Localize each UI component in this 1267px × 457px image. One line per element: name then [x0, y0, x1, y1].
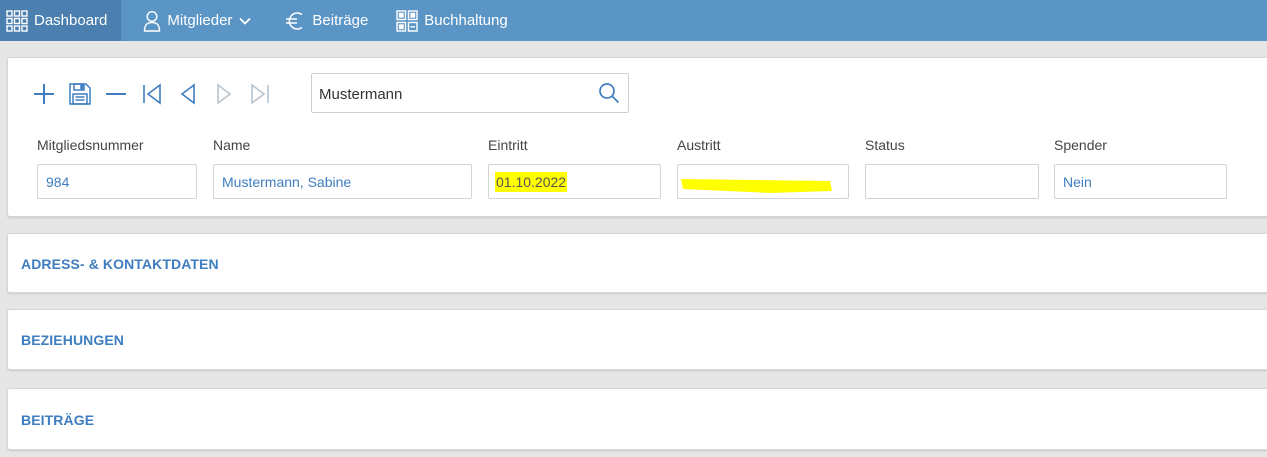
- status-label: Status: [865, 137, 905, 153]
- next-record-icon: [212, 82, 236, 106]
- previous-record-button[interactable]: [176, 82, 200, 106]
- entry-date-field[interactable]: 01.10.2022: [488, 164, 661, 199]
- chevron-down-icon: [238, 16, 252, 26]
- section-contributions[interactable]: BEITRÄGE: [7, 388, 1267, 450]
- name-field[interactable]: Mustermann, Sabine: [213, 164, 472, 199]
- name-value: Mustermann, Sabine: [222, 174, 352, 190]
- section-title: ADRESS- & KONTAKTDATEN: [21, 256, 219, 272]
- section-relationships[interactable]: BEZIEHUNGEN: [7, 309, 1267, 370]
- section-title: BEZIEHUNGEN: [21, 332, 124, 348]
- nav-item-label: Dashboard: [34, 12, 108, 29]
- previous-record-icon: [176, 82, 200, 106]
- nav-item-buchhaltung[interactable]: Buchhaltung: [382, 0, 521, 41]
- donor-value: Nein: [1063, 174, 1092, 190]
- first-record-icon: [140, 82, 164, 106]
- first-record-button[interactable]: [140, 82, 164, 106]
- last-record-icon: [248, 82, 272, 106]
- exit-date-label: Austritt: [677, 137, 721, 153]
- save-icon: [68, 82, 92, 106]
- member-number-value: 984: [46, 174, 70, 190]
- member-number-label: Mitgliedsnummer: [37, 137, 144, 153]
- grid-icon: [6, 9, 28, 32]
- donor-field[interactable]: Nein: [1054, 164, 1227, 199]
- add-button[interactable]: [32, 82, 56, 106]
- exit-date-redaction: [680, 176, 832, 193]
- nav-item-label: Buchhaltung: [424, 12, 508, 29]
- search-input[interactable]: [319, 83, 589, 105]
- save-button[interactable]: [68, 82, 92, 106]
- status-field[interactable]: [865, 164, 1039, 199]
- nav-item-label: Beiträge: [312, 12, 369, 29]
- entry-date-label: Eintritt: [488, 137, 528, 153]
- section-title: BEITRÄGE: [21, 412, 95, 428]
- add-icon: [32, 82, 56, 106]
- name-label: Name: [213, 137, 251, 153]
- nav-item-label: Mitglieder: [167, 12, 233, 29]
- section-address-contact[interactable]: ADRESS- & KONTAKTDATEN: [7, 233, 1267, 293]
- user-icon: [143, 10, 161, 32]
- remove-button[interactable]: [104, 82, 128, 106]
- nav-item-dashboard[interactable]: Dashboard: [0, 0, 122, 41]
- nav-item-beitraege[interactable]: Beiträge: [266, 0, 382, 41]
- remove-icon: [104, 82, 128, 106]
- donor-label: Spender: [1054, 137, 1107, 153]
- ledger-icon: [396, 9, 418, 32]
- top-navigation: Dashboard Mitglieder Beiträge Buchhaltun…: [0, 0, 1267, 41]
- member-search: [311, 73, 629, 113]
- nav-item-mitglieder[interactable]: Mitglieder: [121, 0, 266, 41]
- next-record-button[interactable]: [212, 82, 236, 106]
- search-icon[interactable]: [598, 82, 620, 107]
- last-record-button[interactable]: [248, 82, 272, 106]
- entry-date-value: 01.10.2022: [495, 172, 568, 192]
- member-number-field[interactable]: 984: [37, 164, 197, 199]
- euro-icon: [284, 10, 306, 32]
